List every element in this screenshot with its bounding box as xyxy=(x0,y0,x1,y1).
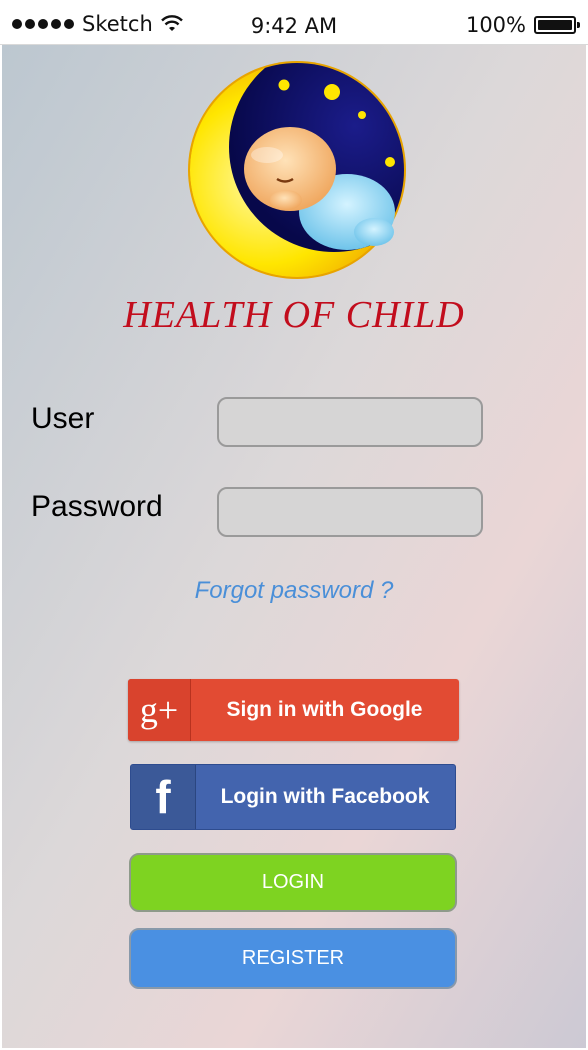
facebook-login-label: Login with Facebook xyxy=(220,785,430,808)
status-bar: Sketch 9:42 AM 100% xyxy=(0,0,588,45)
user-input[interactable] xyxy=(217,397,483,447)
facebook-icon: f xyxy=(131,765,196,829)
phone-screen: Sketch 9:42 AM 100% HEALTH OF CHILD User… xyxy=(0,0,588,1050)
google-signin-label: Sign in with Google xyxy=(226,698,423,721)
login-label: LOGIN xyxy=(261,871,325,893)
login-screen: HEALTH OF CHILD User Password Forgot pas… xyxy=(2,45,586,1048)
battery-percent: 100% xyxy=(465,13,526,37)
forgot-password-link[interactable]: Forgot password ? xyxy=(2,577,586,605)
user-label: User xyxy=(31,402,95,435)
battery-icon xyxy=(534,16,580,34)
login-button[interactable]: LOGIN xyxy=(129,853,457,912)
register-label: REGISTER xyxy=(241,947,345,969)
password-input[interactable] xyxy=(217,487,483,537)
password-label: Password xyxy=(31,490,163,523)
moon-sleeping-baby-icon xyxy=(188,61,406,279)
facebook-login-button[interactable]: f Login with Facebook xyxy=(130,764,456,830)
app-title: HEALTH OF CHILD xyxy=(123,294,465,336)
google-plus-icon: g+ xyxy=(128,679,191,741)
google-signin-button[interactable]: g+ Sign in with Google xyxy=(128,679,459,741)
status-right: 100% xyxy=(465,13,580,37)
register-button[interactable]: REGISTER xyxy=(129,928,457,989)
